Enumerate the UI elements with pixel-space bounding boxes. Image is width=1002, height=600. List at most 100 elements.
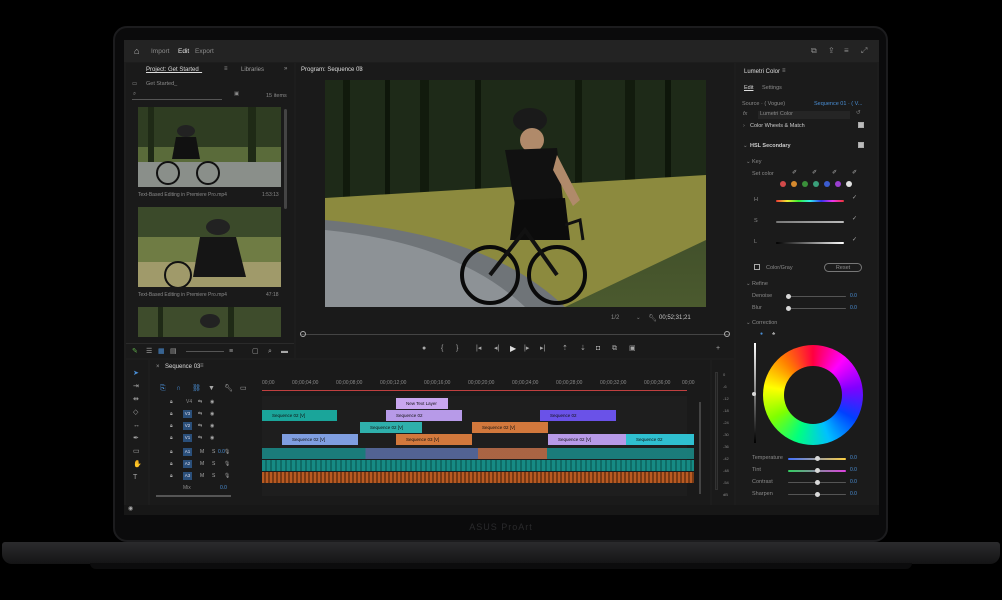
lock-icon[interactable]: 🔒︎ (170, 399, 173, 406)
step-back-icon[interactable]: ◂| (494, 345, 499, 352)
hand-tool-icon[interactable]: ✋ (133, 461, 142, 468)
sequence-tab[interactable]: Sequence 03 (165, 364, 200, 370)
reset-button[interactable]: Reset (824, 263, 862, 272)
lumetri-sequence[interactable]: Sequence 01 · ( V... (814, 101, 862, 107)
list-view-icon[interactable]: ☰ (146, 348, 152, 355)
export-tab[interactable]: Export (195, 48, 214, 55)
clip-v3-seq02b[interactable]: Sequence 02 (386, 410, 462, 421)
s-check-icon[interactable]: ✓ (852, 216, 857, 223)
contrast-knob[interactable] (815, 480, 820, 485)
find-icon[interactable]: ⌕ (268, 348, 272, 355)
eye-icon[interactable]: ◉ (210, 423, 214, 430)
denoise-knob[interactable] (786, 294, 791, 299)
l-slider[interactable] (776, 242, 844, 244)
ripple-edit-icon[interactable]: ⇹ (133, 396, 139, 403)
temperature-knob[interactable] (815, 456, 820, 461)
edit-tab[interactable]: Edit (178, 48, 189, 55)
audio-clip-a3[interactable] (262, 472, 694, 483)
rectangle-tool-icon[interactable]: ▭ (133, 448, 140, 455)
color-swatch[interactable] (846, 181, 852, 187)
clip-v3-seq02c[interactable]: Sequence 02 (540, 410, 616, 421)
track-select-icon[interactable]: ⇥ (133, 383, 139, 390)
expand-panels-icon[interactable]: » (284, 66, 287, 72)
eyedropper-extra-icon[interactable]: ✐ (852, 170, 857, 177)
track-v4[interactable]: V4 (186, 399, 192, 405)
timeline-settings-icon[interactable]: 🔧︎ (224, 385, 233, 392)
clip-v2-seq02v[interactable]: Sequence 02 [V] (360, 422, 422, 433)
track-v1[interactable]: V1 (183, 434, 192, 442)
extract-icon[interactable]: ⇣ (580, 345, 586, 352)
lumetri-settings-tab[interactable]: Settings (762, 85, 782, 91)
lock-icon[interactable]: 🔒︎ (170, 473, 173, 480)
mute-icon[interactable]: M (200, 461, 204, 468)
import-tab[interactable]: Import (151, 48, 169, 55)
pen-tool-icon[interactable]: ✒ (133, 435, 139, 442)
audio-clip-a1[interactable] (262, 448, 694, 459)
color-wheels-section[interactable]: Color Wheels & Match (750, 123, 805, 129)
resolution-select[interactable]: 1/2 (611, 315, 619, 321)
playhead-right[interactable] (724, 331, 730, 337)
playhead-left[interactable] (300, 331, 306, 337)
tint-knob[interactable] (815, 468, 820, 473)
single-wheel-icon[interactable]: ● (760, 331, 763, 338)
lock-icon[interactable]: 🔒︎ (170, 461, 173, 468)
timeline-h-scrollbar[interactable] (156, 495, 231, 497)
clip-v1-seq02v[interactable]: Sequence 02 [V] (282, 434, 358, 445)
clip-v1-seq02[interactable]: Sequence 02 (626, 434, 694, 445)
track-v2[interactable]: V2 (183, 422, 192, 430)
denoise-slider[interactable] (788, 296, 846, 297)
icon-view-icon[interactable]: ▦ (158, 348, 165, 355)
bin-icon[interactable]: ▢ (252, 348, 259, 355)
color-swatch[interactable] (824, 181, 830, 187)
sync-icon[interactable]: ⇆ (198, 423, 202, 430)
lift-icon[interactable]: ⇡ (562, 345, 568, 352)
lock-icon[interactable]: 🔒︎ (170, 423, 173, 430)
color-swatch[interactable] (802, 181, 808, 187)
mix-value[interactable]: 0.0 (220, 485, 227, 491)
snap-icon[interactable]: ∩ (176, 385, 181, 392)
blur-value[interactable]: 0.0 (850, 305, 857, 311)
marker-icon[interactable]: ● (422, 345, 426, 352)
solo-icon[interactable]: S (212, 473, 215, 480)
sync-icon[interactable]: ⇆ (198, 399, 202, 406)
program-menu-icon[interactable]: ≡ (358, 66, 362, 72)
play-icon[interactable]: ▶ (510, 345, 516, 353)
solo-icon[interactable]: S (212, 449, 215, 456)
lock-icon[interactable]: 🔒︎ (170, 435, 173, 442)
zoom-slider[interactable] (186, 351, 224, 352)
clip-text-layer[interactable]: New Text Layer (396, 398, 448, 409)
eyedropper-remove-icon[interactable]: ✐ (832, 170, 837, 177)
project-tab[interactable]: Project: Get Started_ (146, 67, 202, 73)
eye-icon[interactable]: ◉ (210, 435, 214, 442)
libraries-tab[interactable]: Libraries (241, 67, 264, 73)
wheels-checkbox[interactable] (858, 122, 864, 128)
sequence-menu-icon[interactable]: ≡ (200, 363, 204, 369)
l-check-icon[interactable]: ✓ (852, 237, 857, 244)
luma-knob[interactable] (752, 392, 756, 396)
overlay-icon[interactable]: ▣ (629, 345, 636, 352)
track-a2[interactable]: A2 (183, 460, 192, 468)
color-swatch[interactable] (791, 181, 797, 187)
add-button-icon[interactable]: + (716, 345, 720, 352)
linked-selection-icon[interactable]: ⛓︎ (192, 385, 201, 392)
mark-out-icon[interactable]: } (456, 345, 458, 352)
color-wheel[interactable] (763, 345, 863, 445)
nest-icon[interactable]: ⎘ (160, 385, 166, 392)
audio-volume-value[interactable]: 0.0 (218, 449, 225, 455)
clip-v1-seq03v[interactable]: Sequence 03 [V] (396, 434, 472, 445)
home-icon[interactable]: ⌂ (134, 46, 139, 56)
track-a3[interactable]: A3 (183, 472, 192, 480)
audio-clip-a2[interactable] (262, 460, 694, 471)
compare-icon[interactable]: ⧉ (612, 345, 617, 352)
sort-icon[interactable]: ≡ (229, 348, 233, 355)
h-check-icon[interactable]: ✓ (852, 195, 857, 202)
timeline-v-scrollbar[interactable] (699, 402, 701, 494)
mark-in-icon[interactable]: { (441, 345, 443, 352)
track-v3[interactable]: V3 (183, 410, 192, 418)
playhead-line[interactable] (262, 390, 687, 391)
workspace-icon[interactable]: ⧉ (811, 46, 817, 56)
solo-icon[interactable]: S (212, 461, 215, 468)
track-a1[interactable]: A1 (183, 448, 192, 456)
step-forward-icon[interactable]: |▸ (524, 345, 529, 352)
hsl-section[interactable]: HSL Secondary (750, 143, 791, 149)
